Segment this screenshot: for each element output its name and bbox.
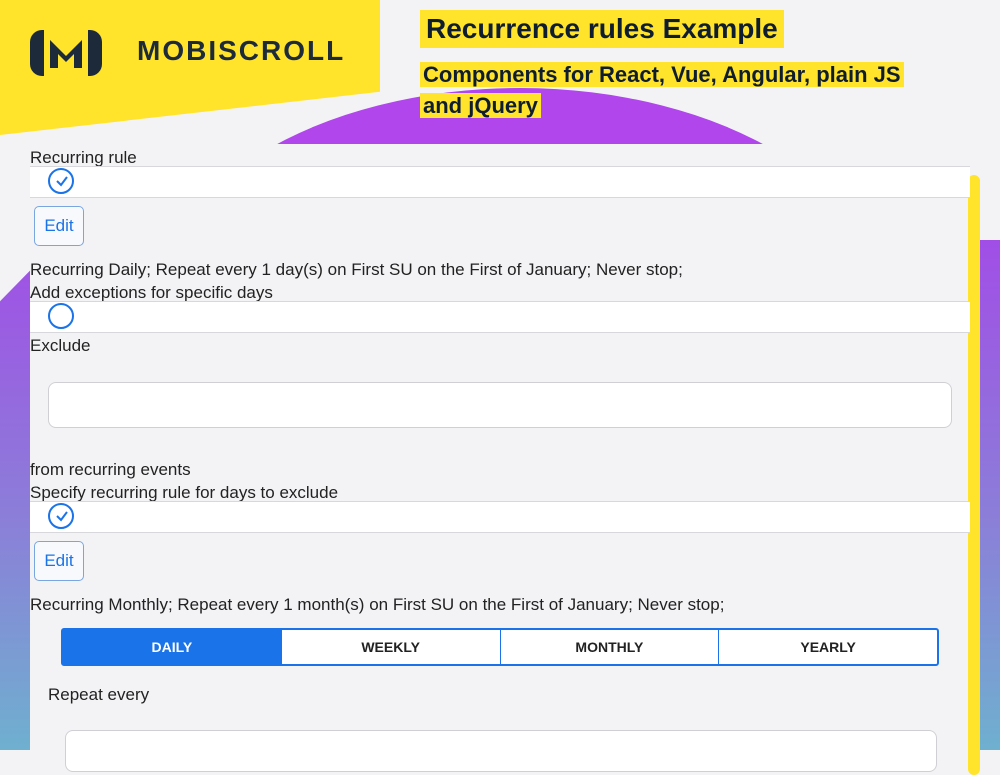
mobiscroll-logo-icon [30, 30, 102, 76]
exclude-label: Exclude [30, 336, 91, 355]
checkmark-icon [56, 176, 68, 187]
recurring-rule-checkbox[interactable] [48, 168, 74, 194]
exceptions-checkbox[interactable] [48, 303, 74, 329]
exclude-dates-input[interactable] [48, 382, 952, 428]
recurring-rule-row [30, 166, 970, 198]
from-recurring-label: from recurring events [30, 460, 191, 479]
exclude-rule-checkbox[interactable] [48, 503, 74, 529]
exclude-rule-row [30, 501, 970, 533]
frequency-segmented-control: DAILY WEEKLY MONTHLY YEARLY [61, 628, 939, 666]
repeat-every-label: Repeat every [48, 685, 150, 704]
brand-name: MOBISCROLL [137, 35, 346, 66]
edit-exclude-rule-button[interactable]: Edit [34, 541, 84, 581]
tab-weekly[interactable]: WEEKLY [282, 630, 501, 664]
exceptions-row [30, 301, 970, 333]
exclude-rule-summary: Recurring Monthly; Repeat every 1 month(… [30, 595, 725, 614]
tab-monthly[interactable]: MONTHLY [501, 630, 720, 664]
logo-banner: MOBISCROLL [0, 0, 380, 135]
exceptions-label: Add exceptions for specific days [30, 283, 273, 302]
repeat-every-input[interactable] [65, 730, 937, 772]
page-subtitle-text: Components for React, Vue, Angular, plai… [420, 62, 904, 118]
tab-daily[interactable]: DAILY [63, 630, 282, 664]
recurring-rule-label: Recurring rule [30, 148, 137, 167]
tab-yearly[interactable]: YEARLY [719, 630, 937, 664]
page-title: Recurrence rules Example [420, 10, 784, 48]
recurrence-panel: Recurring rule Edit Recurring Daily; Rep… [30, 144, 970, 772]
page-subtitle: Components for React, Vue, Angular, plai… [420, 59, 925, 121]
edit-recurring-rule-button[interactable]: Edit [34, 206, 84, 246]
exclude-rule-label: Specify recurring rule for days to exclu… [30, 483, 339, 502]
decorative-edge [968, 175, 980, 775]
checkmark-icon [56, 511, 68, 522]
recurring-rule-summary: Recurring Daily; Repeat every 1 day(s) o… [30, 260, 683, 279]
